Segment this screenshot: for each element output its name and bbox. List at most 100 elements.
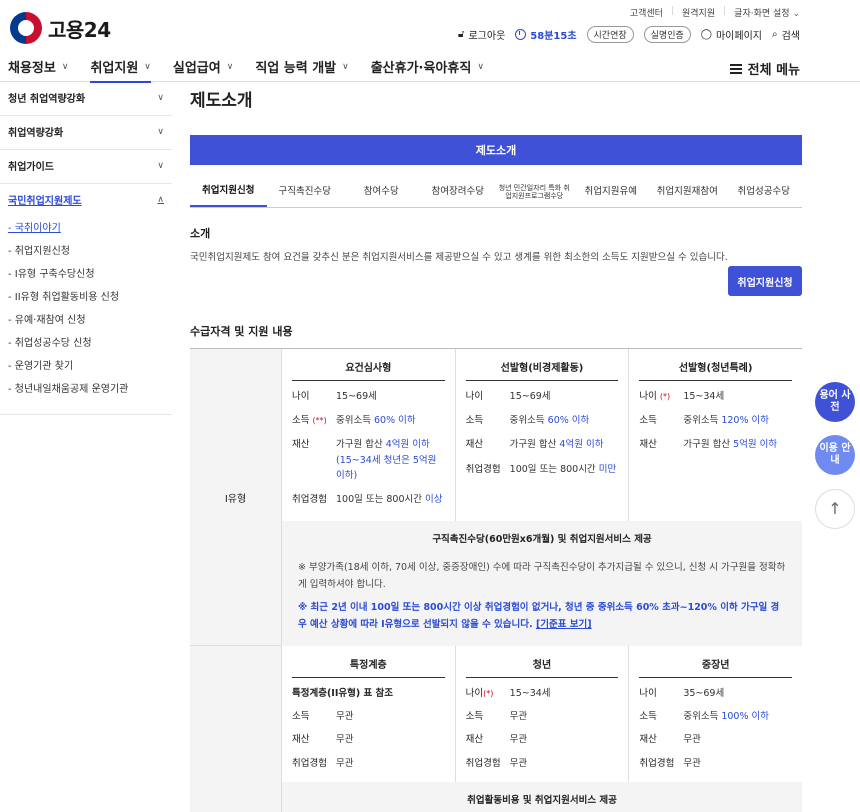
sidebar-item-youth[interactable]: 청년 취업역량강화 ∨ bbox=[0, 82, 172, 116]
label-age: 나이 bbox=[292, 391, 310, 402]
label-age: 나이 (*) bbox=[639, 391, 671, 402]
table-row: I유형 요건심사형 나이 15~69세 소득 (**) 중위소득 60% 이하 재산… bbox=[190, 349, 802, 646]
sidebar-subitem[interactable]: - 취업성공수당 신청 bbox=[8, 332, 164, 355]
sidebar-subitem[interactable]: - I유형 구축수당신청 bbox=[8, 263, 164, 286]
value-experience: 100일 또는 800시간 미만 bbox=[509, 463, 617, 475]
sidebar-subitem[interactable]: - 청년내일채움공제 운영기관 bbox=[8, 378, 164, 401]
apply-button[interactable]: 취업지원신청 bbox=[728, 266, 802, 296]
label-income: 소득 bbox=[639, 415, 657, 427]
sidebar-subitem[interactable]: - 취업지원신청 bbox=[8, 240, 164, 263]
header-actions: 🔓︎ 로그아웃 58분15초 시간연장 실명인증 ◯ 마이페이지 ⌕ 검색 bbox=[458, 26, 800, 43]
column-screening-type: 요건심사형 나이 15~69세 소득 (**) 중위소득 60% 이하 재산 가구원 … bbox=[282, 349, 456, 521]
sidebar-subitem[interactable]: - 유예·재참여 신청 bbox=[8, 309, 164, 332]
chevron-down-icon: ∨ bbox=[144, 61, 151, 72]
value-income: 무관 bbox=[336, 711, 354, 723]
all-menu-button[interactable]: 전체 메뉴 bbox=[729, 59, 800, 78]
tab-youth-private-program[interactable]: 청년 민간일자리 특화 취업지원프로그램수당 bbox=[496, 178, 573, 207]
value-asset: 무관 bbox=[509, 734, 528, 746]
label-asset: 재산 bbox=[292, 734, 310, 746]
gnb-item-employment-support[interactable]: 취업지원 ∨ bbox=[90, 52, 152, 83]
value-experience: 무관 bbox=[336, 757, 354, 769]
page-title: 제도소개 bbox=[190, 91, 253, 111]
table-row: 특정계층 특정계층(II유형) 표 참조 소득 무관 재산 무관 취업경험 무관 청년… bbox=[190, 646, 802, 812]
label-age: 나이 bbox=[639, 688, 657, 699]
scroll-top-button[interactable]: ↑ bbox=[815, 489, 855, 529]
chevron-down-icon: ∨ bbox=[477, 61, 484, 72]
sidebar-subitem[interactable]: - 국취이야기 bbox=[8, 217, 164, 240]
tab-re-participation[interactable]: 취업지원재참여 bbox=[649, 178, 726, 207]
search-icon: ⌕ bbox=[771, 29, 778, 40]
clock-icon bbox=[515, 29, 527, 40]
column-selection-inactive: 선발형(비경제활동) 나이 15~69세 소득 중위소득 60% 이하 재산 가구원 … bbox=[456, 349, 630, 521]
gnb-item-skills[interactable]: 직업 능력 개발 ∨ bbox=[255, 52, 348, 82]
real-name-cert-button[interactable]: 실명인증 bbox=[643, 26, 691, 43]
chevron-up-icon: ∧ bbox=[157, 194, 164, 205]
column-title: 선발형(청년특례) bbox=[639, 349, 793, 381]
value-asset: 가구원 합산 4억원 이하 bbox=[509, 439, 604, 451]
column-title: 특정계층 bbox=[292, 646, 445, 678]
tab-participation-incentive[interactable]: 참여장려수당 bbox=[420, 178, 497, 207]
label-asset: 재산 bbox=[465, 734, 484, 746]
gnb-item-unemployment-benefit[interactable]: 실업급여 ∨ bbox=[173, 52, 233, 82]
column-special-group: 특정계층 특정계층(II유형) 표 참조 소득 무관 재산 무관 취업경험 무관 bbox=[282, 646, 456, 782]
utility-bar: 고객센터 | 원격지원 | 글자·화면 설정 ⌄ bbox=[0, 0, 860, 24]
sidebar-item-capacity[interactable]: 취업역량강화 ∨ bbox=[0, 116, 172, 150]
tab-deferral[interactable]: 취업지원유예 bbox=[573, 178, 650, 207]
chevron-down-icon: ∨ bbox=[61, 61, 69, 72]
label-income: 소득 (**) bbox=[292, 415, 327, 427]
sidebar-subitem[interactable]: - II유형 취업활동비용 신청 bbox=[8, 286, 164, 309]
label-asset: 재산 bbox=[465, 439, 484, 451]
label-experience: 취업경험 bbox=[465, 757, 501, 769]
chevron-down-icon: ∨ bbox=[157, 92, 164, 103]
sidebar-submenu: - 국취이야기 - 취업지원신청 - I유형 구축수당신청 - II유형 취업활… bbox=[0, 217, 172, 401]
sidebar: 청년 취업역량강화 ∨ 취업역량강화 ∨ 취업가이드 ∨ 국민취업지원제도 ∧ - 국취… bbox=[0, 82, 172, 415]
extend-session-button[interactable]: 시간연장 bbox=[586, 26, 634, 43]
mypage-button[interactable]: ◯ 마이페이지 bbox=[701, 27, 762, 42]
global-nav: 채용정보 ∨ 취업지원 ∨ 실업급여 ∨ 직업 능력 개발 ∨ 출산휴가·육아휴직 ∨ 전… bbox=[0, 52, 860, 83]
sidebar-item-guide[interactable]: 취업가이드 ∨ bbox=[0, 150, 172, 184]
main-content: 제도소개 제도소개 취업지원신청 구직촉진수당 참여수당 참여장려수당 청년 민… bbox=[190, 82, 802, 812]
chevron-down-icon: ∨ bbox=[342, 61, 349, 72]
gnb-item-parental-leave[interactable]: 출산휴가·육아휴직 ∨ bbox=[371, 52, 484, 82]
tab-apply[interactable]: 취업지원신청 bbox=[190, 178, 267, 207]
section-banner: 제도소개 bbox=[190, 135, 802, 165]
reference-text: 특정계층(II유형) 표 참조 bbox=[292, 688, 394, 699]
row-header-type1: I유형 bbox=[190, 349, 282, 645]
selection-note: ※ 최근 2년 이내 100일 또는 800시간 이상 취업경험이 없거나, 청… bbox=[298, 602, 780, 631]
site-logo[interactable]: 고용24 bbox=[10, 12, 111, 44]
intro-description: 국민취업지원제도 참여 요건을 갖추신 분은 취업지원서비스를 제공받으실 수 … bbox=[190, 252, 728, 263]
support-info-box: 구직촉진수당(60만원x6개월) 및 취업지원서비스 제공 ※ 부양가족(18세… bbox=[282, 521, 802, 646]
sidebar-subitem[interactable]: - 운영기관 찾기 bbox=[8, 355, 164, 378]
column-youth: 청년 나이(*) 15~34세 소득 무관 재산 무관 취업경험 무관 bbox=[456, 646, 630, 782]
logout-button[interactable]: 🔓︎ 로그아웃 bbox=[458, 27, 505, 42]
criteria-table-link[interactable]: [기준표 보기] bbox=[536, 619, 592, 630]
value-income: 중위소득 100% 이하 bbox=[683, 711, 769, 723]
label-age: 나이(*) bbox=[465, 688, 494, 699]
label-experience: 취업경험 bbox=[292, 493, 327, 505]
chevron-down-icon: ∨ bbox=[157, 126, 164, 137]
value-income: 중위소득 60% 이하 bbox=[336, 415, 416, 427]
glossary-button[interactable]: 용어 사전 bbox=[815, 382, 855, 422]
label-income: 소득 bbox=[465, 711, 484, 723]
remote-support-link[interactable]: 원격지원 bbox=[682, 6, 715, 19]
divider: | bbox=[723, 6, 727, 16]
column-title: 청년 bbox=[465, 646, 619, 678]
search-button[interactable]: ⌕ 검색 bbox=[772, 27, 800, 42]
font-screen-settings-link[interactable]: 글자·화면 설정 ⌄ bbox=[734, 6, 800, 19]
arrow-up-icon: ↑ bbox=[828, 499, 842, 519]
divider bbox=[0, 401, 172, 415]
sidebar-item-national-support[interactable]: 국민취업지원제도 ∧ bbox=[0, 184, 172, 217]
value-age: 15~34세 bbox=[509, 688, 551, 699]
tab-participation-allowance[interactable]: 참여수당 bbox=[343, 178, 420, 207]
value-experience: 무관 bbox=[683, 757, 701, 769]
tab-bar: 취업지원신청 구직촉진수당 참여수당 참여장려수당 청년 민간일자리 특화 취업… bbox=[190, 178, 802, 208]
label-asset: 재산 bbox=[292, 439, 310, 451]
usage-guide-button[interactable]: 이용 안내 bbox=[815, 435, 855, 475]
gnb-item-jobs[interactable]: 채용정보 ∨ bbox=[8, 52, 68, 82]
chevron-down-icon: ∨ bbox=[226, 61, 234, 72]
customer-center-link[interactable]: 고객센터 bbox=[630, 6, 663, 19]
tab-success-allowance[interactable]: 취업성공수당 bbox=[726, 178, 803, 207]
label-experience: 취업경험 bbox=[465, 463, 501, 475]
tab-job-seeking-allowance[interactable]: 구직촉진수당 bbox=[267, 178, 344, 207]
label-asset: 재산 bbox=[639, 734, 657, 746]
